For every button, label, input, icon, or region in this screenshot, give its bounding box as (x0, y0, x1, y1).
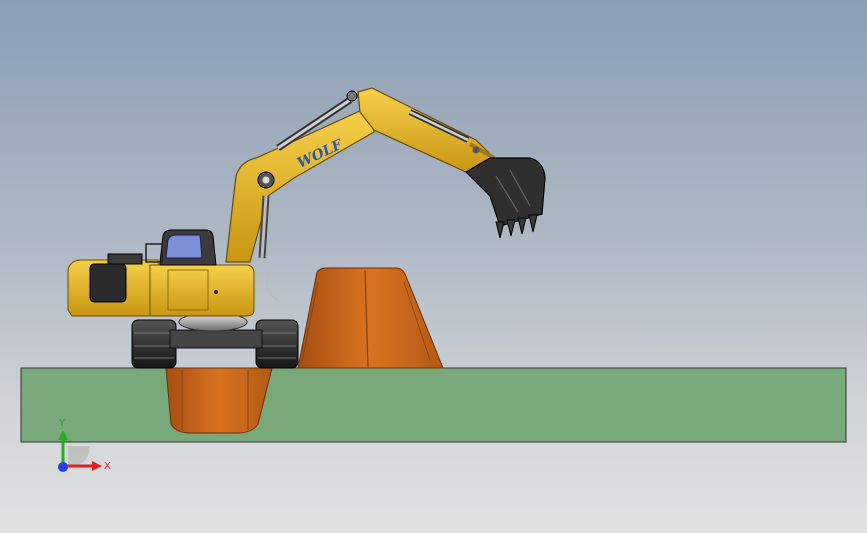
upper-body (149, 264, 255, 317)
engine-cover (89, 263, 127, 303)
exhaust-block (107, 253, 143, 265)
stick (357, 87, 495, 173)
hydraulic-hose (266, 265, 279, 301)
body-marker (214, 290, 218, 294)
track-frame (169, 329, 263, 349)
cab-railing (145, 243, 163, 263)
cab-window (165, 234, 203, 259)
triad-z-axis (58, 462, 68, 472)
spoil-pile (297, 267, 444, 369)
triad-y-label: Y (58, 418, 66, 429)
left-track (131, 319, 177, 369)
triad-x-arrow (92, 461, 102, 471)
model-viewport[interactable]: WOLF Y X (0, 0, 867, 533)
triad-x-label: X (104, 461, 111, 472)
ground-slab (20, 367, 847, 443)
